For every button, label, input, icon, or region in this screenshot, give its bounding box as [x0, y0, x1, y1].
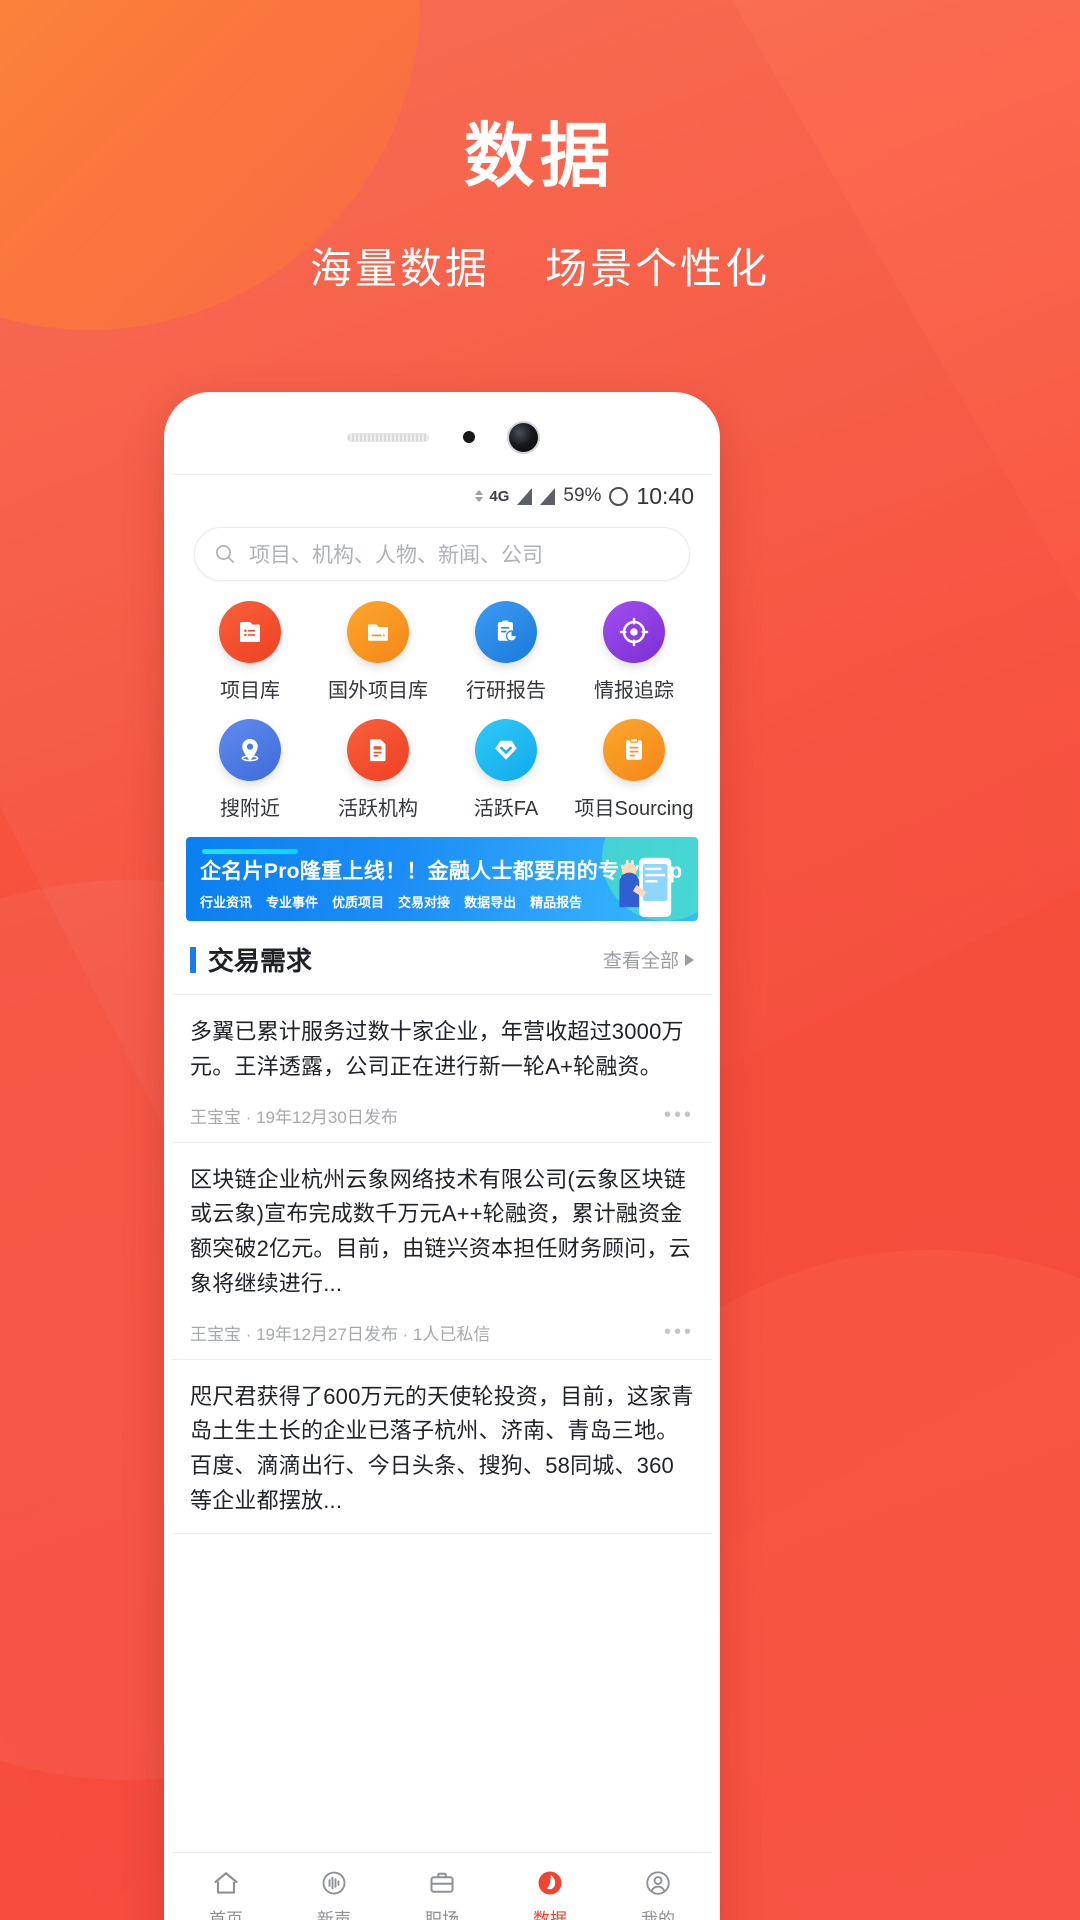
briefcase-icon — [430, 1872, 454, 1893]
bottom-tab-bar: 首页 新声 职场 数据 我的 — [172, 1852, 712, 1920]
signal-bars-icon-2 — [540, 487, 556, 505]
banner-tag: 交易对接 — [398, 895, 451, 910]
grid-label: 国外项目库 — [328, 680, 428, 702]
grid-label: 活跃FA — [473, 798, 539, 820]
tab-label: 新声 — [317, 1909, 351, 1920]
data-leaf-icon — [538, 1871, 562, 1894]
folder-open-icon — [347, 601, 409, 663]
battery-circle-icon — [609, 486, 629, 506]
phone-inner: 4G 59% 10:40 项目、机构、人物、新闻、公司 项目库 国外项目库 行研… — [172, 400, 712, 1920]
status-bar: 4G 59% 10:40 — [172, 475, 712, 517]
post-meta: 王宝宝 · 19年12月27日发布 · 1人已私信 — [190, 1324, 491, 1344]
post-feed[interactable]: 多翼已累计服务过数十家企业，年营收超过3000万元。王洋透露，公司正在进行新一轮… — [172, 995, 712, 1852]
grid-label: 搜附近 — [220, 798, 280, 820]
location-pin-icon — [219, 719, 281, 781]
phone-notch — [172, 400, 712, 474]
list-item[interactable]: 区块链企业杭州云象网络技术有限公司(云象区块链或云象)宣布完成数千万元A++轮融… — [172, 1143, 712, 1360]
section-title-group: 交易需求 — [190, 941, 312, 978]
earpiece-speaker-icon — [346, 432, 429, 442]
report-chart-icon — [475, 601, 537, 663]
grid-item-research-report[interactable]: 行研报告 — [442, 601, 570, 703]
promo-banner[interactable]: 企名片Pro隆重上线！！金融人士都要用的专业App 行业资讯 专业事件 优质项目… — [186, 837, 698, 921]
sound-wave-icon — [322, 1871, 346, 1894]
tab-home[interactable]: 首页 — [172, 1868, 280, 1920]
front-camera-icon — [508, 422, 538, 452]
search-icon — [216, 545, 235, 564]
promo-text-block: 数据 海量数据 场景个性化 — [0, 118, 1080, 296]
banner-tag: 专业事件 — [266, 895, 319, 910]
list-item[interactable]: 多翼已累计服务过数十家企业，年营收超过3000万元。王洋透露，公司正在进行新一轮… — [172, 995, 712, 1143]
post-meta-row: 王宝宝 · 19年12月30日发布 ••• — [190, 1103, 694, 1128]
diamond-check-icon — [475, 719, 537, 781]
view-all-label: 查看全部 — [602, 951, 679, 972]
document-org-icon — [347, 719, 409, 781]
shortcut-grid: 项目库 国外项目库 行研报告 情报追踪 搜附近 活跃机构 活跃FA 项目Sour… — [172, 585, 712, 831]
grid-item-search-nearby[interactable]: 搜附近 — [186, 719, 314, 821]
target-track-icon — [603, 601, 665, 663]
search-input[interactable]: 项目、机构、人物、新闻、公司 — [194, 527, 690, 581]
post-meta: 王宝宝 · 19年12月30日发布 — [190, 1107, 398, 1127]
tab-voice[interactable]: 新声 — [280, 1868, 388, 1920]
banner-accent-bar — [202, 849, 298, 854]
post-text: 咫尺君获得了600万元的天使轮投资，目前，这家青岛土生土长的企业已落子杭州、济南… — [190, 1383, 694, 1513]
grid-label: 活跃机构 — [338, 798, 418, 820]
tab-workplace[interactable]: 职场 — [388, 1868, 496, 1920]
banner-tag: 优质项目 — [332, 895, 385, 910]
tab-label: 数据 — [533, 1909, 567, 1920]
post-meta-row: 王宝宝 · 19年12月27日发布 · 1人已私信 ••• — [190, 1320, 694, 1345]
battery-percent-label: 59% — [563, 485, 602, 506]
clock-label: 10:40 — [636, 482, 694, 509]
tab-label: 职场 — [425, 1909, 459, 1920]
promo-subtitle: 海量数据 场景个性化 — [0, 235, 1080, 296]
grid-item-project-library[interactable]: 项目库 — [186, 601, 314, 703]
data-transfer-icon — [475, 490, 484, 502]
view-all-button[interactable]: 查看全部 — [603, 946, 694, 973]
clipboard-icon — [603, 719, 665, 781]
banner-tag: 数据导出 — [464, 895, 517, 910]
section-header: 交易需求 查看全部 — [172, 921, 712, 995]
promo-subtitle-b: 场景个性化 — [545, 245, 771, 292]
section-accent-bar — [190, 946, 196, 973]
home-icon — [214, 1871, 238, 1894]
tab-profile[interactable]: 我的 — [604, 1868, 712, 1920]
grid-item-intel-tracking[interactable]: 情报追踪 — [570, 601, 698, 703]
tab-label: 首页 — [209, 1909, 243, 1920]
folder-list-icon — [219, 601, 281, 663]
promo-subtitle-a: 海量数据 — [309, 245, 490, 292]
network-type-label: 4G — [489, 487, 510, 505]
section-title: 交易需求 — [208, 946, 313, 976]
signal-bars-icon — [517, 487, 533, 505]
tab-data[interactable]: 数据 — [496, 1868, 604, 1920]
list-item[interactable]: 咫尺君获得了600万元的天使轮投资，目前，这家青岛土生土长的企业已落子杭州、济南… — [172, 1360, 712, 1534]
post-text: 区块链企业杭州云象网络技术有限公司(云象区块链或云象)宣布完成数千万元A++轮融… — [190, 1166, 691, 1296]
banner-tag: 精品报告 — [530, 895, 583, 910]
grid-item-project-sourcing[interactable]: 项目Sourcing — [570, 719, 698, 821]
chevron-right-icon — [685, 953, 694, 966]
ellipsis-icon[interactable]: ••• — [664, 1104, 694, 1127]
phone-mockup: 4G 59% 10:40 项目、机构、人物、新闻、公司 项目库 国外项目库 行研… — [164, 392, 720, 1920]
page-title: 数据 — [464, 117, 616, 195]
grid-item-active-fa[interactable]: 活跃FA — [442, 719, 570, 821]
grid-label: 项目Sourcing — [574, 798, 694, 820]
ellipsis-icon[interactable]: ••• — [664, 1321, 694, 1344]
search-placeholder: 项目、机构、人物、新闻、公司 — [249, 544, 543, 567]
user-icon — [646, 1870, 670, 1895]
tab-label: 我的 — [641, 1909, 675, 1920]
grid-label: 项目库 — [220, 680, 280, 702]
post-text: 多翼已累计服务过数十家企业，年营收超过3000万元。王洋透露，公司正在进行新一轮… — [190, 1019, 684, 1079]
phone-screen: 4G 59% 10:40 项目、机构、人物、新闻、公司 项目库 国外项目库 行研… — [172, 474, 712, 1920]
grid-label: 情报追踪 — [594, 680, 674, 702]
person-phone-illustration — [619, 857, 672, 917]
grid-item-active-institutions[interactable]: 活跃机构 — [314, 719, 442, 821]
grid-item-overseas-project-library[interactable]: 国外项目库 — [314, 601, 442, 703]
banner-tag: 行业资讯 — [200, 895, 253, 910]
proximity-sensor-icon — [462, 431, 475, 443]
search-area: 项目、机构、人物、新闻、公司 — [172, 517, 712, 585]
grid-label: 行研报告 — [466, 680, 546, 702]
